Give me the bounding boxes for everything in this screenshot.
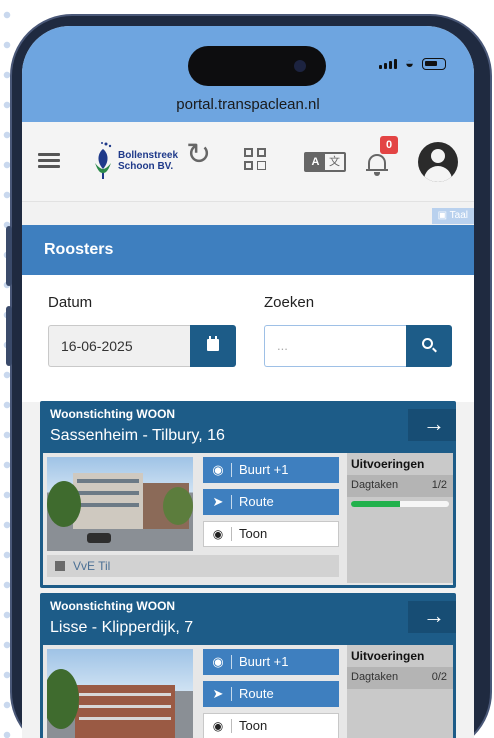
translate-icon[interactable]: A文 <box>304 152 346 172</box>
filter-form: Datum 16-06-2025 Zoeken ... <box>22 275 474 402</box>
search-input[interactable]: ... <box>264 325 406 367</box>
card-organization: Woonstichting WOON <box>50 599 176 613</box>
building-photo <box>47 457 193 551</box>
calendar-icon <box>207 336 219 351</box>
logo-line-1: Bollenstreek <box>118 150 179 161</box>
date-label: Datum <box>48 294 93 311</box>
task-progress-fill <box>351 501 400 507</box>
url-bar[interactable]: portal.transpaclean.nl <box>22 96 474 113</box>
building-photo <box>47 649 193 738</box>
task-count: 1/2 <box>431 479 447 491</box>
navigation-icon: ➤ <box>212 686 224 701</box>
wifi-icon: ◒ <box>404 55 414 72</box>
open-arrow-button[interactable]: → <box>408 409 456 441</box>
map-pin-icon: ◉ <box>212 654 224 669</box>
building-icon <box>55 561 65 571</box>
search-label: Zoeken <box>264 294 315 311</box>
neighbourhood-label: Buurt +1 <box>239 654 289 669</box>
task-name: Dagtaken <box>351 479 399 491</box>
task-progress-bar <box>351 501 449 507</box>
show-label: Toon <box>239 718 268 733</box>
status-icons: ◒ <box>378 55 446 72</box>
avatar[interactable] <box>418 142 458 182</box>
neighbourhood-button[interactable]: ◉ Buurt +1 <box>203 649 339 675</box>
executions-title: Uitvoeringen <box>351 457 425 471</box>
route-button[interactable]: ➤ Route <box>203 681 339 707</box>
route-label: Route <box>239 686 274 701</box>
battery-icon <box>422 57 446 70</box>
execution-row[interactable]: Dagtaken 1/2 <box>347 475 453 497</box>
notification-badge: 0 <box>380 136 398 154</box>
card-body: ◉ Buurt +1 ➤ Route ◉ Toon Uitvoeringen D… <box>43 453 453 585</box>
date-field[interactable]: 16-06-2025 <box>48 325 190 367</box>
route-label: Route <box>239 494 274 509</box>
eye-icon: ◉ <box>212 719 224 733</box>
show-label: Toon <box>239 526 268 541</box>
dynamic-island <box>188 46 326 86</box>
page-title: Roosters <box>22 225 474 275</box>
schedule-card: Woonstichting WOON Sassenheim - Tilbury,… <box>40 401 456 588</box>
card-body: ◉ Buurt +1 ➤ Route ◉ Toon Uitvoeringen D… <box>43 645 453 738</box>
app-header: Bollenstreek Schoon BV. ↻ A文 0 <box>22 122 474 202</box>
search-icon <box>422 338 433 349</box>
neighbourhood-button[interactable]: ◉ Buurt +1 <box>203 457 339 483</box>
vve-label: VvE Til <box>73 559 111 573</box>
company-logo[interactable]: Bollenstreek Schoon BV. <box>92 138 188 184</box>
route-button[interactable]: ➤ Route <box>203 489 339 515</box>
taal-label: Taal <box>449 210 468 221</box>
navigation-icon: ➤ <box>212 494 224 509</box>
vve-tag[interactable]: VvE Til <box>47 555 339 577</box>
search-button[interactable] <box>406 325 452 367</box>
show-button[interactable]: ◉ Toon <box>203 521 339 547</box>
refresh-icon[interactable]: ↻ <box>186 140 211 170</box>
task-count: 0/2 <box>431 671 447 683</box>
neighbourhood-label: Buurt +1 <box>239 462 289 477</box>
calendar-button[interactable] <box>190 325 236 367</box>
execution-row[interactable]: Dagtaken 0/2 <box>347 667 453 689</box>
status-bar: ◒ portal.transpaclean.nl <box>22 26 474 122</box>
volume-button <box>6 226 12 286</box>
taal-button[interactable]: ▣ Taal <box>431 208 474 224</box>
executions-title: Uitvoeringen <box>351 649 425 663</box>
card-organization: Woonstichting WOON <box>50 407 176 421</box>
volume-button-lower <box>6 306 12 366</box>
executions-panel: Uitvoeringen Dagtaken 1/2 <box>347 453 453 583</box>
executions-panel: Uitvoeringen Dagtaken 0/2 <box>347 645 453 738</box>
logo-line-2: Schoon BV. <box>118 161 174 172</box>
schedule-card: Woonstichting WOON Lisse - Klipperdijk, … <box>40 593 456 738</box>
phone-screen: ◒ portal.transpaclean.nl Bollenstreek Sc… <box>22 26 474 738</box>
language-icon: ▣ <box>437 210 448 221</box>
card-location: Sassenheim - Tilbury, 16 <box>50 427 225 444</box>
hamburger-icon[interactable] <box>38 153 60 169</box>
show-button[interactable]: ◉ Toon <box>203 713 339 738</box>
eye-icon: ◉ <box>212 527 224 541</box>
card-location: Lisse - Klipperdijk, 7 <box>50 619 194 636</box>
task-name: Dagtaken <box>351 671 399 683</box>
open-arrow-button[interactable]: → <box>408 601 456 633</box>
tulip-logo-icon <box>92 141 114 181</box>
signal-icon <box>378 58 397 69</box>
map-pin-icon: ◉ <box>212 462 224 477</box>
qr-icon[interactable] <box>244 148 268 172</box>
